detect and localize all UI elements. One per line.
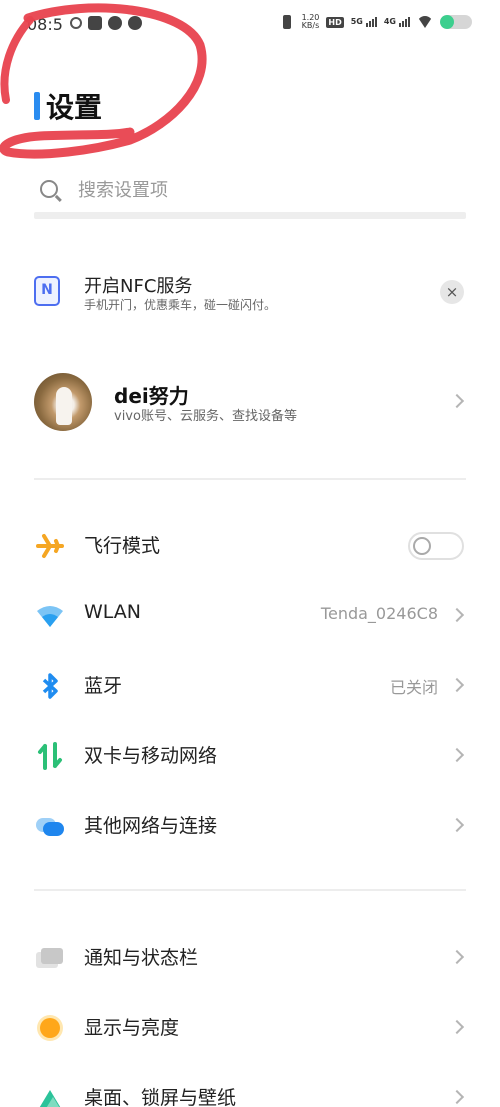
wifi-status-icon [417,16,433,28]
nfc-icon: N [34,276,60,306]
notification-icons [70,16,142,30]
chevron-right-icon [449,677,465,693]
settings-item-bluetooth[interactable]: 蓝牙 已关闭 [34,654,466,714]
nfc-description: 手机开门，优惠乘车，碰一碰闪付。 [84,298,277,312]
battery-icon [440,15,472,29]
chevron-right-icon [449,949,465,965]
settings-item-display[interactable]: 显示与亮度 [34,996,466,1056]
status-right: 1.20 KB/s HD 5G 4G [279,14,472,30]
avatar [34,373,92,431]
settings-item-desktop[interactable]: 桌面、锁屏与壁纸 [34,1066,466,1107]
battery-fill [440,15,455,29]
chevron-right-icon [449,1019,465,1035]
bluetooth-status: 已关闭 [389,678,438,697]
settings-item-label: 双卡与移动网络 [84,745,218,767]
settings-item-label: 显示与亮度 [84,1017,180,1039]
settings-item-label: 其他网络与连接 [84,815,218,837]
page-title-wrap: 设置 [34,86,102,126]
hd-icon: HD [326,16,344,28]
chevron-right-icon [449,607,465,623]
account-description: vivo账号、云服务、查找设备等 [114,409,297,424]
bluetooth-icon [42,673,58,699]
search-input[interactable] [78,177,458,203]
nfc-promo-card[interactable]: N 开启NFC服务 手机开门，优惠乘车，碰一碰闪付。 × [34,262,466,322]
sim-network-icon [38,742,62,770]
search-icon [40,180,58,198]
title-accent [34,92,40,120]
wallpaper-icon [39,1090,61,1107]
settings-item-label: 通知与状态栏 [84,947,199,969]
close-icon[interactable]: × [440,280,464,304]
airplane-icon [36,534,64,558]
settings-item-label: 桌面、锁屏与壁纸 [84,1087,237,1107]
search-underline [34,212,466,219]
chat-icon [128,16,142,30]
wlan-network-name: Tenda_0246C8 [320,604,438,623]
divider [34,889,466,891]
status-bar: 08:5 1.20 KB/s HD 5G 4G [0,0,500,50]
wifi-icon [37,606,63,627]
settings-item-other-network[interactable]: 其他网络与连接 [34,794,466,854]
chevron-right-icon [449,817,465,833]
nfc-title: 开启NFC服务 [84,276,193,297]
account-row[interactable]: dei努力 vivo账号、云服务、查找设备等 [34,370,466,434]
search-bar[interactable] [34,170,466,220]
settings-item-airplane[interactable]: 飞行模式 [34,514,466,574]
net1-label: 5G [350,17,363,26]
signal-4g-icon: 4G [384,17,410,27]
settings-item-label: WLAN [84,601,142,623]
connection-icon [36,818,64,836]
page-title: 设置 [46,91,103,124]
notification-icon [36,948,63,968]
chevron-right-icon [449,393,465,409]
settings-item-sim[interactable]: 双卡与移动网络 [34,724,466,784]
display-icon [37,1015,63,1041]
network-speed: 1.20 KB/s [302,14,320,30]
settings-item-label: 蓝牙 [84,675,123,697]
net2-label: 4G [383,17,396,26]
toggle-knob [413,537,431,555]
signal-5g-icon: 5G [351,17,377,27]
app-icon [88,16,102,30]
airplane-toggle[interactable] [408,532,464,560]
settings-item-label: 飞行模式 [84,535,161,557]
settings-item-notifications[interactable]: 通知与状态栏 [34,926,466,986]
app-round-icon [108,16,122,30]
speed-unit: KB/s [301,21,320,30]
settings-item-wlan[interactable]: WLAN Tenda_0246C8 [34,584,466,644]
vibrate-icon [279,15,295,29]
check-icon [70,17,82,29]
chevron-right-icon [449,1089,465,1105]
chevron-right-icon [449,747,465,763]
divider [34,478,466,480]
status-time: 08:5 [27,15,63,34]
